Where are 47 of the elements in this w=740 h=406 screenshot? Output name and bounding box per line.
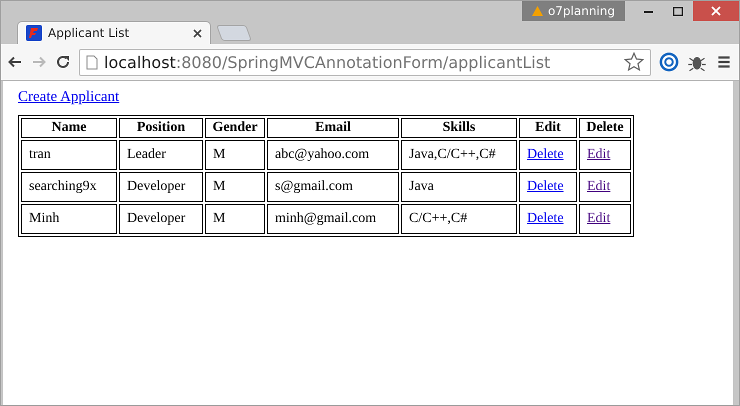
close-button[interactable] (693, 1, 739, 21)
table-cell: Developer (119, 172, 203, 202)
table-cell: M (205, 172, 265, 202)
warning-icon (532, 6, 543, 16)
column-header: Position (119, 118, 203, 138)
column-header: Gender (205, 118, 265, 138)
url-text: localhost:8080/SpringMVCAnnotationForm/applicantList (104, 52, 552, 72)
page-icon (86, 54, 98, 70)
table-cell: Leader (119, 140, 203, 170)
table-cell: Java,C/C++,C# (401, 140, 517, 170)
row-link[interactable]: Delete (527, 211, 564, 226)
table-cell: Developer (119, 204, 203, 234)
maximize-icon (673, 6, 683, 16)
row-link[interactable]: Delete (527, 147, 564, 162)
minimize-icon (644, 10, 652, 12)
close-icon[interactable] (193, 28, 202, 38)
table-cell: C/C++,C# (401, 204, 517, 234)
site-icon (26, 25, 42, 41)
column-header: Email (267, 118, 399, 138)
table-cell: Java (401, 172, 517, 202)
create-applicant-link[interactable]: Create Applicant (18, 89, 120, 105)
table-cell: M (205, 204, 265, 234)
row-link[interactable]: Edit (587, 147, 610, 162)
column-header: Edit (519, 118, 577, 138)
user-badge[interactable]: o7planning (522, 1, 625, 21)
table-cell: s@gmail.com (267, 172, 399, 202)
address-bar[interactable]: localhost:8080/SpringMVCAnnotationForm/applicantList (79, 48, 651, 76)
close-icon (711, 6, 721, 16)
table-cell: tran (21, 140, 117, 170)
user-name: o7planning (548, 4, 615, 18)
table-cell: Minh (21, 204, 117, 234)
table-cell: minh@gmail.com (267, 204, 399, 234)
row-link[interactable]: Edit (587, 211, 610, 226)
extension-icon[interactable] (659, 52, 679, 72)
browser-tab[interactable]: Applicant List (17, 21, 211, 44)
table-cell: M (205, 140, 265, 170)
back-icon[interactable] (7, 54, 23, 70)
table-cell: searching9x (21, 172, 117, 202)
row-link[interactable]: Edit (587, 179, 610, 194)
column-header: Delete (579, 118, 631, 138)
star-icon[interactable] (624, 52, 644, 72)
column-header: Name (21, 118, 117, 138)
reload-icon[interactable] (55, 54, 71, 70)
column-header: Skills (401, 118, 517, 138)
tab-title: Applicant List (48, 26, 130, 40)
row-link[interactable]: Delete (527, 179, 564, 194)
table-cell: abc@yahoo.com (267, 140, 399, 170)
